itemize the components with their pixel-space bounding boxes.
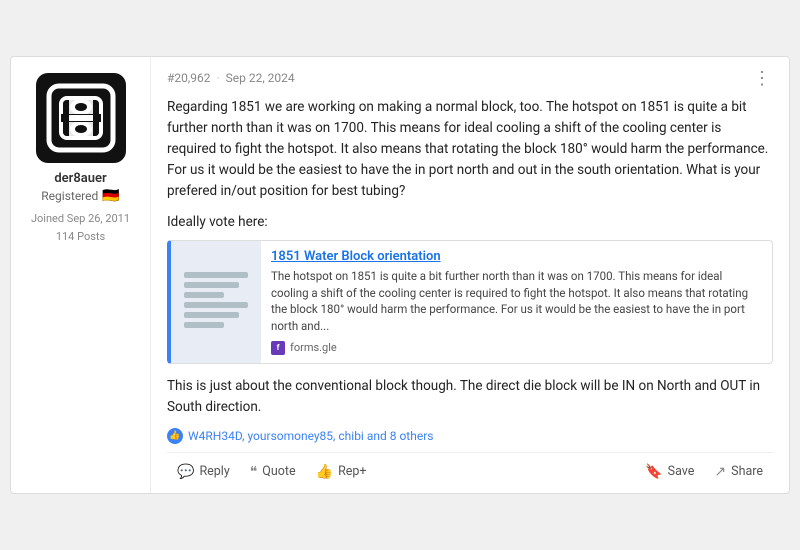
- post-header: #20,962 · Sep 22, 2024 ⋮: [167, 69, 773, 87]
- post-footer-text: This is just about the conventional bloc…: [167, 376, 773, 418]
- post-number: #20,962: [167, 71, 210, 85]
- link-title[interactable]: 1851 Water Block orientation: [271, 249, 762, 264]
- reply-label: Reply: [199, 464, 229, 479]
- thumb-line-3: [184, 292, 224, 298]
- rep-icon: 👍: [316, 464, 333, 480]
- author-role: Registered 🇩🇪: [41, 188, 119, 204]
- thumb-line-5: [184, 312, 239, 318]
- thumb-line-1: [184, 272, 248, 278]
- share-icon: ↗: [714, 464, 726, 480]
- likes-row: 👍 W4RH34D, yoursomoney85, chibi and 8 ot…: [167, 428, 773, 444]
- reply-icon: 💬: [177, 464, 194, 480]
- post-separator: ·: [216, 71, 219, 85]
- avatar-logo: [41, 78, 121, 158]
- post-body: Regarding 1851 we are working on making …: [167, 97, 773, 202]
- save-button[interactable]: 🔖 Save: [635, 459, 704, 485]
- post-card: der8auer Registered 🇩🇪 Joined Sep 26, 20…: [10, 56, 790, 493]
- forms-icon: f: [271, 341, 285, 355]
- rep-label: Rep+: [338, 464, 366, 479]
- post-sidebar: der8auer Registered 🇩🇪 Joined Sep 26, 20…: [11, 57, 151, 492]
- thumb-line-6: [184, 322, 224, 328]
- link-source: f forms.gle: [271, 341, 762, 355]
- vote-text: Ideally vote here:: [167, 214, 773, 230]
- thumbnail-lines: [184, 272, 248, 332]
- author-username: der8auer: [54, 171, 106, 186]
- link-description: The hotspot on 1851 is quite a bit furth…: [271, 268, 762, 335]
- like-icon: 👍: [167, 428, 183, 444]
- quote-icon: ❝: [250, 464, 258, 480]
- rep-plus-button[interactable]: 👍 Rep+: [306, 459, 377, 485]
- link-thumbnail: [171, 241, 261, 363]
- post-date: Sep 22, 2024: [226, 71, 295, 85]
- save-icon: 🔖: [645, 464, 662, 480]
- link-preview: 1851 Water Block orientation The hotspot…: [167, 240, 773, 364]
- thumb-line-2: [184, 282, 239, 288]
- post-main: #20,962 · Sep 22, 2024 ⋮ Regarding 1851 …: [151, 57, 789, 492]
- share-button[interactable]: ↗ Share: [704, 459, 773, 485]
- avatar: [36, 73, 126, 163]
- quote-label: Quote: [262, 464, 295, 479]
- author-joined: Joined Sep 26, 2011: [31, 210, 130, 228]
- author-flag: 🇩🇪: [102, 188, 119, 204]
- post-meta: #20,962 · Sep 22, 2024: [167, 71, 295, 85]
- save-label: Save: [668, 464, 695, 479]
- quote-button[interactable]: ❝ Quote: [240, 459, 306, 485]
- author-meta: Joined Sep 26, 2011 114 Posts: [31, 210, 130, 245]
- more-options-button[interactable]: ⋮: [751, 69, 773, 87]
- link-preview-body: 1851 Water Block orientation The hotspot…: [261, 241, 772, 363]
- link-domain: forms.gle: [290, 341, 337, 354]
- thumb-line-4: [184, 302, 248, 308]
- likes-text: W4RH34D, yoursomoney85, chibi and 8 othe…: [188, 429, 433, 443]
- reply-button[interactable]: 💬 Reply: [167, 459, 240, 485]
- author-posts: 114 Posts: [31, 228, 130, 246]
- share-label: Share: [731, 464, 763, 479]
- likes-users-link[interactable]: W4RH34D, yoursomoney85, chibi and 8 othe…: [188, 429, 433, 443]
- actions-row: 💬 Reply ❝ Quote 👍 Rep+ 🔖 Save ↗ Share: [167, 452, 773, 493]
